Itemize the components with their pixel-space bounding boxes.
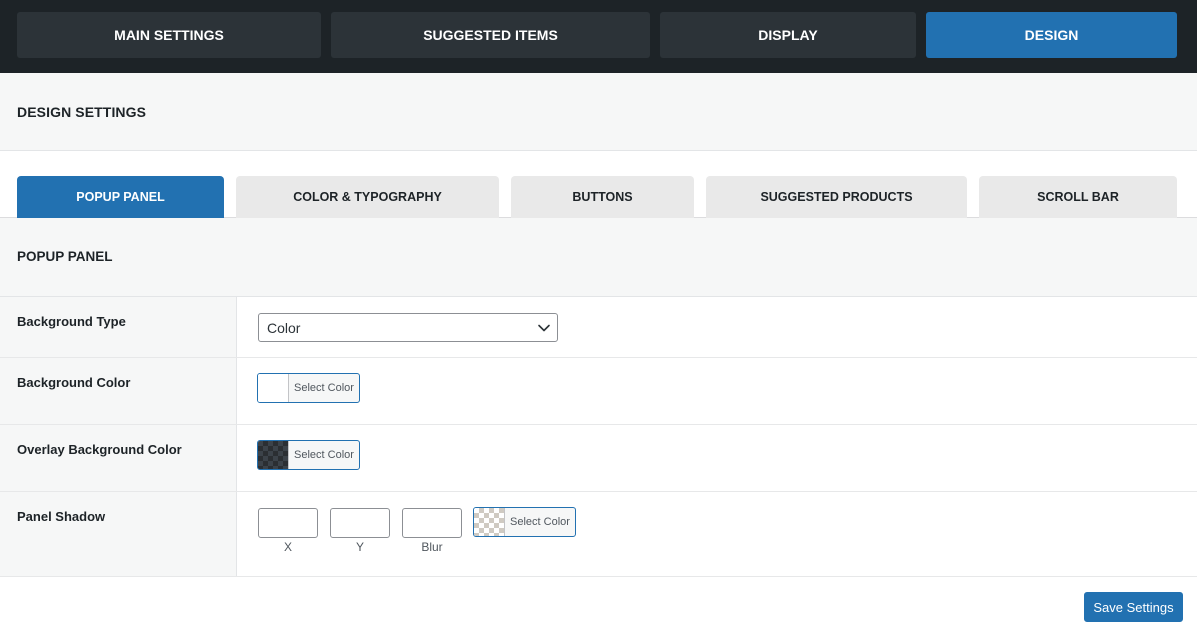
background-color-button-label: Select Color [294,382,354,394]
background-type-label-cell: Background Type [0,297,237,357]
background-color-picker-button[interactable]: Select Color [257,373,360,403]
overlay-color-button-label: Select Color [294,449,354,461]
save-settings-button[interactable]: Save Settings [1084,592,1183,622]
background-type-label: Background Type [17,314,126,329]
shadow-y-label: Y [355,540,364,554]
popup-panel-title: POPUP PANEL [17,249,113,264]
top-tab-bar: MAIN SETTINGS SUGGESTED ITEMS DISPLAY DE… [0,0,1197,73]
subtab-buttons[interactable]: BUTTONS [511,176,694,218]
popup-panel-header: POPUP PANEL [0,218,1197,297]
overlay-background-color-picker-button[interactable]: Select Color [257,440,360,470]
design-settings-header: DESIGN SETTINGS [0,73,1197,151]
background-type-select[interactable]: Color [258,313,558,342]
shadow-x-label: X [283,540,292,554]
background-color-swatch [258,374,289,402]
background-color-label: Background Color [17,375,131,390]
design-sub-tabs: POPUP PANEL COLOR & TYPOGRAPHY BUTTONS S… [0,151,1197,218]
background-color-row: Background Color Select Color [0,358,1197,425]
subtab-scroll-bar[interactable]: SCROLL BAR [979,176,1177,218]
shadow-y-input[interactable] [330,508,390,538]
tab-main-settings[interactable]: MAIN SETTINGS [17,12,321,58]
panel-shadow-label: Panel Shadow [17,509,106,524]
overlay-background-color-row: Overlay Background Color Select Color [0,425,1197,492]
shadow-blur-label: Blur [421,540,443,554]
tab-display[interactable]: DISPLAY [660,12,916,58]
tab-suggested-items[interactable]: SUGGESTED ITEMS [331,12,650,58]
panel-shadow-label-cell: Panel Shadow [0,492,237,576]
shadow-blur-input[interactable] [402,508,462,538]
background-type-row: Background Type Color [0,297,1197,358]
subtab-color-typography[interactable]: COLOR & TYPOGRAPHY [236,176,499,218]
background-color-label-cell: Background Color [0,358,237,424]
shadow-color-swatch [474,508,505,536]
overlay-color-swatch [258,441,289,469]
overlay-background-color-label-cell: Overlay Background Color [0,425,237,491]
panel-shadow-row: Panel Shadow X Y Blur Select Color [0,492,1197,577]
shadow-x-input[interactable] [258,508,318,538]
overlay-background-color-label: Overlay Background Color [17,442,182,457]
tab-design[interactable]: DESIGN [926,12,1177,58]
design-settings-title: DESIGN SETTINGS [17,104,147,120]
subtab-popup-panel[interactable]: POPUP PANEL [17,176,224,218]
subtab-suggested-products[interactable]: SUGGESTED PRODUCTS [706,176,967,218]
shadow-color-button-label: Select Color [510,516,570,528]
shadow-color-picker-button[interactable]: Select Color [473,507,576,537]
